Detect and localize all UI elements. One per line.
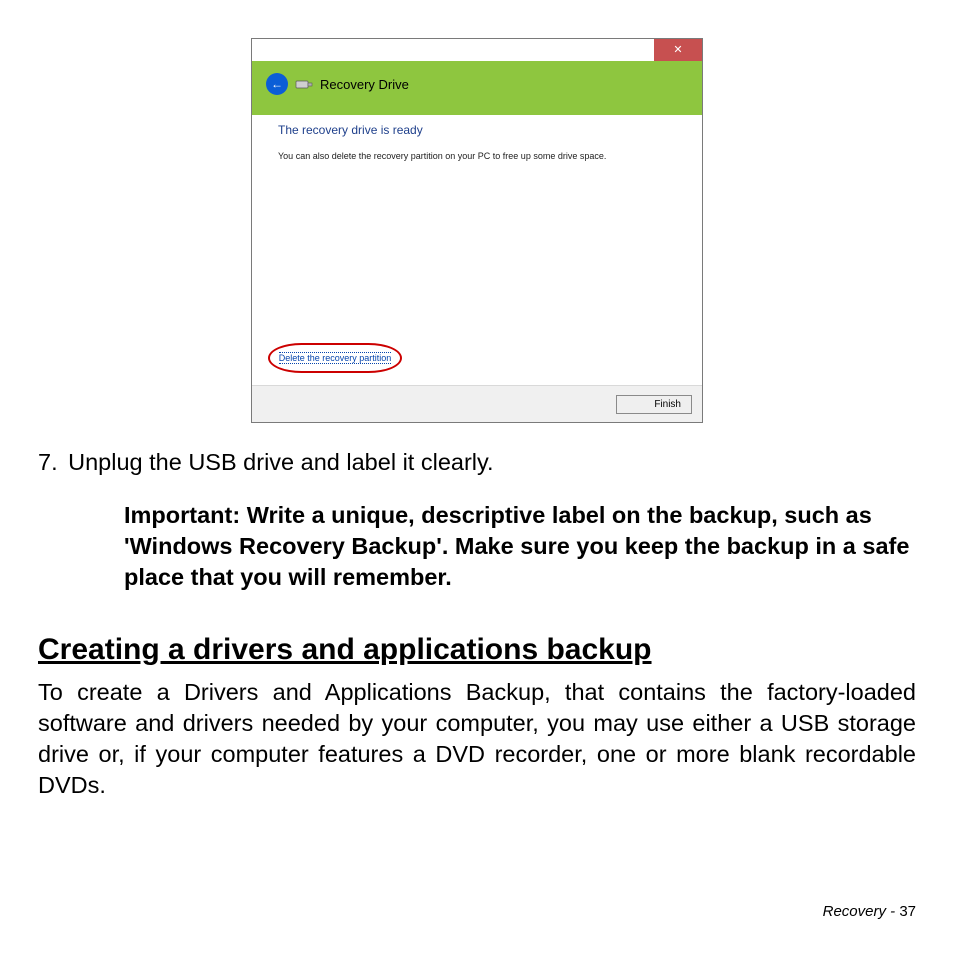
document-page: ✕ ← Recovery Drive The recovery drive is… [0,0,954,954]
close-icon: ✕ [673,44,682,56]
finish-button[interactable]: Finish [616,395,692,414]
ready-heading: The recovery drive is ready [278,117,684,151]
step-7: 7. Unplug the USB drive and label it cle… [38,447,916,478]
dialog-header: ← Recovery Drive [252,61,702,115]
page-footer: Recovery - 37 [823,903,916,920]
important-note: Important: Write a unique, descriptive l… [124,500,916,593]
footer-section: Recovery - [823,903,900,920]
section-heading: Creating a drivers and applications back… [38,633,916,667]
footer-page-number: 37 [899,903,916,920]
arrow-left-icon: ← [271,77,283,91]
finish-button-label: Finish [654,399,681,410]
close-button[interactable]: ✕ [654,39,702,61]
screenshot-figure: ✕ ← Recovery Drive The recovery drive is… [38,38,916,423]
step-number: 7. [38,449,58,475]
dialog-footer: Finish [252,385,702,422]
highlight-oval: Delete the recovery partition [268,343,402,373]
info-text: You can also delete the recovery partiti… [278,151,684,161]
drive-icon [294,77,314,91]
dialog-title: Recovery Drive [320,77,409,92]
dialog-titlebar: ✕ [252,39,702,61]
recovery-drive-dialog: ✕ ← Recovery Drive The recovery drive is… [251,38,703,423]
back-button[interactable]: ← [266,73,288,95]
section-body: To create a Drivers and Applications Bac… [38,677,916,801]
delete-recovery-partition-link[interactable]: Delete the recovery partition [279,352,392,364]
dialog-body: The recovery drive is ready You can also… [252,115,702,385]
step-text: Unplug the USB drive and label it clearl… [68,449,493,475]
